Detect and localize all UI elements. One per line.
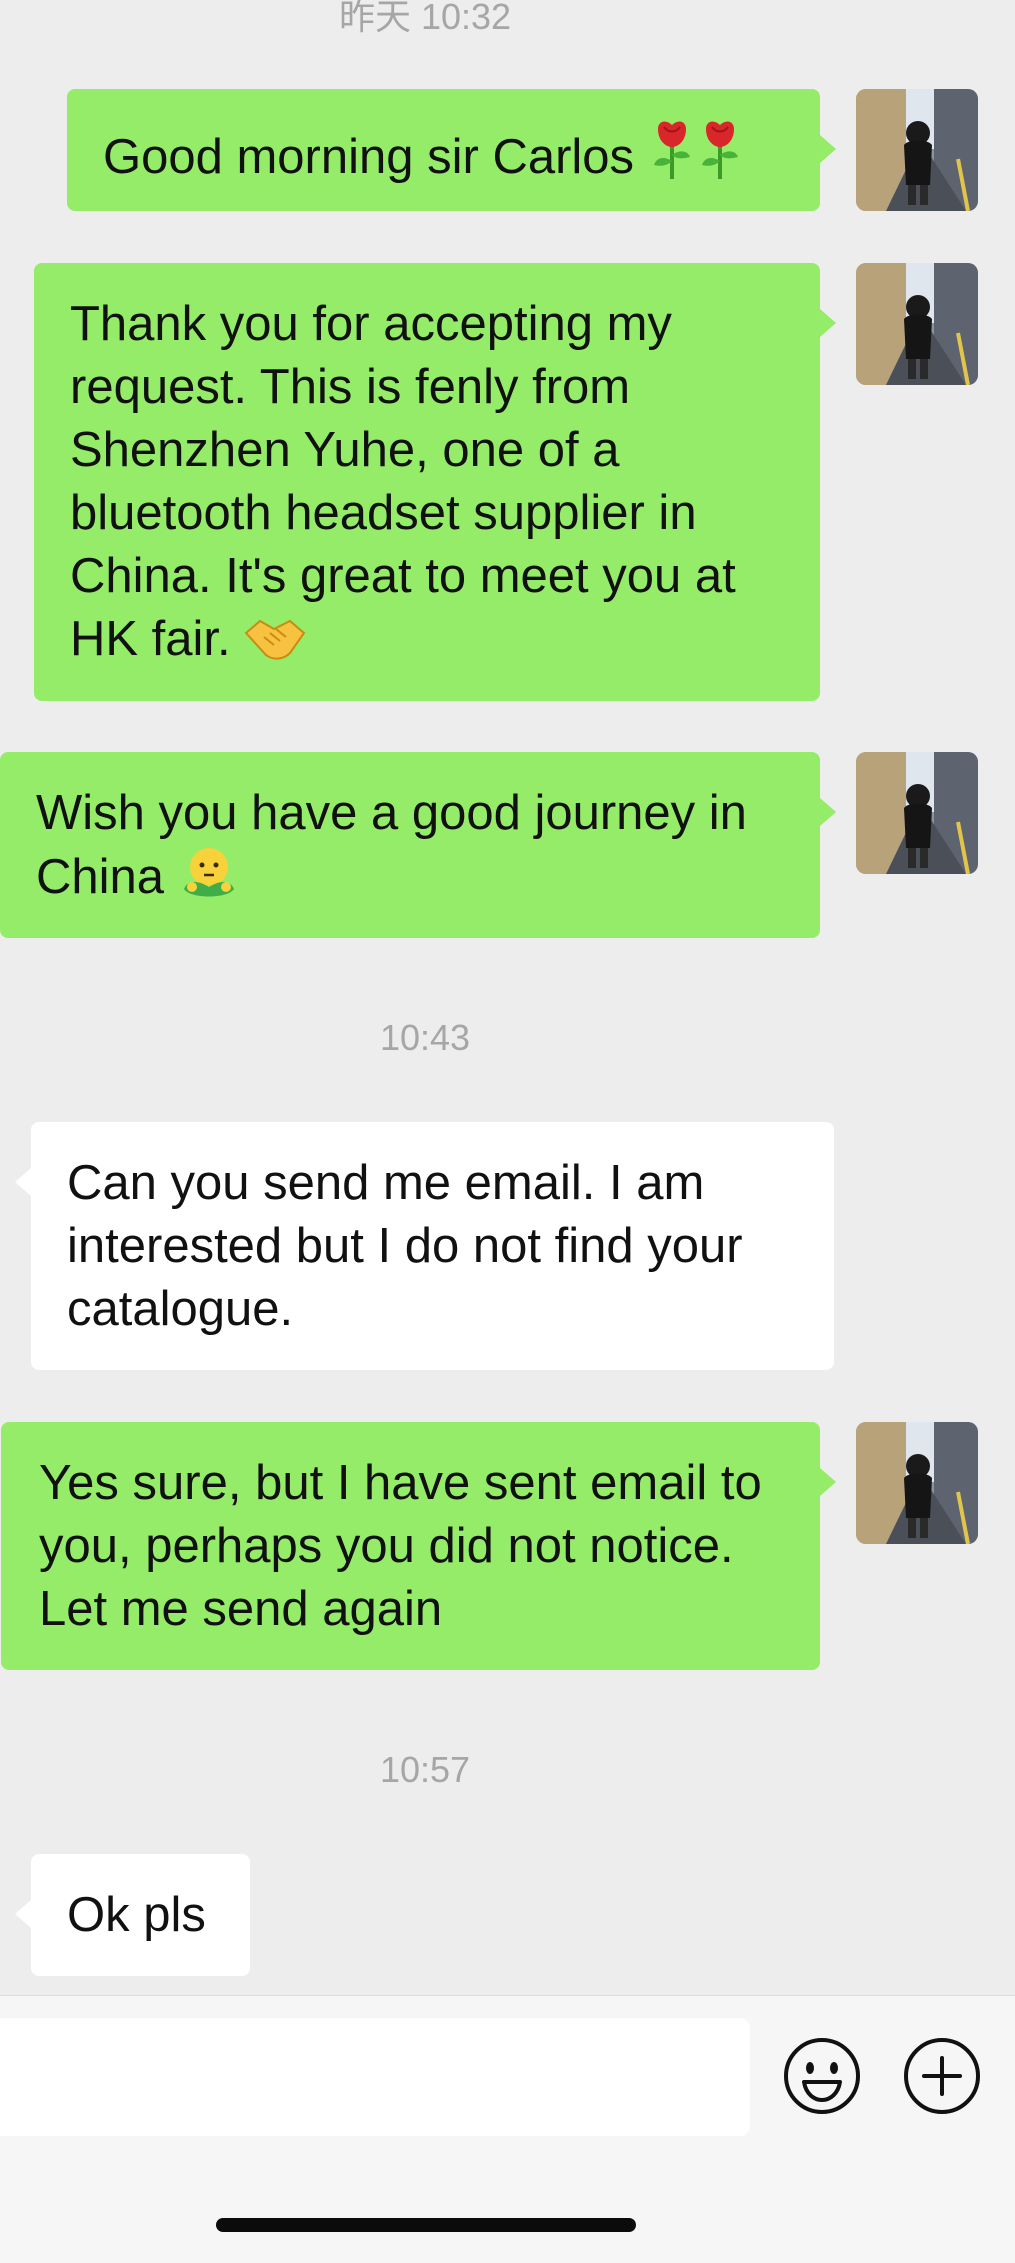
message-bubble-outgoing[interactable]: Wish you have a good journey in China	[0, 752, 836, 938]
handshake-icon	[244, 615, 306, 679]
home-indicator	[216, 2218, 636, 2232]
rose-icon	[648, 119, 696, 197]
plus-circle-icon[interactable]	[902, 2036, 982, 2116]
chat-screen: 昨天 10:32 Good morning sir Carlos Thank y…	[0, 0, 1015, 2263]
message-bubble-outgoing[interactable]: Yes sure, but I have sent email to you, …	[1, 1422, 836, 1670]
smiley-icon[interactable]	[782, 2036, 862, 2116]
avatar[interactable]	[856, 263, 978, 385]
message-bubble-outgoing[interactable]: Good morning sir Carlos	[67, 89, 836, 211]
rose-icon	[696, 119, 744, 197]
avatar[interactable]	[856, 1422, 978, 1544]
message-input[interactable]	[0, 2018, 750, 2136]
message-text: Ok pls	[67, 1888, 206, 1942]
avatar[interactable]	[856, 752, 978, 874]
timestamp-top: 昨天 10:32	[338, 0, 512, 37]
hug-face-icon	[178, 845, 240, 917]
message-bubble-outgoing[interactable]: Thank you for accepting my request. This…	[34, 263, 836, 701]
message-text: Can you send me email. I am interested b…	[67, 1156, 743, 1336]
message-text: Yes sure, but I have sent email to you, …	[39, 1456, 762, 1636]
timestamp: 10:57	[379, 1749, 471, 1790]
input-bar	[0, 1995, 1015, 2263]
timestamp: 10:43	[379, 1017, 471, 1058]
message-text: Thank you for accepting my request. This…	[70, 297, 736, 666]
message-bubble-incoming[interactable]: Ok pls	[15, 1854, 250, 1976]
message-text: Good morning sir Carlos	[103, 130, 635, 184]
message-text: Wish you have a good journey in China	[36, 786, 747, 904]
message-bubble-incoming[interactable]: Can you send me email. I am interested b…	[15, 1122, 834, 1370]
avatar[interactable]	[856, 89, 978, 211]
